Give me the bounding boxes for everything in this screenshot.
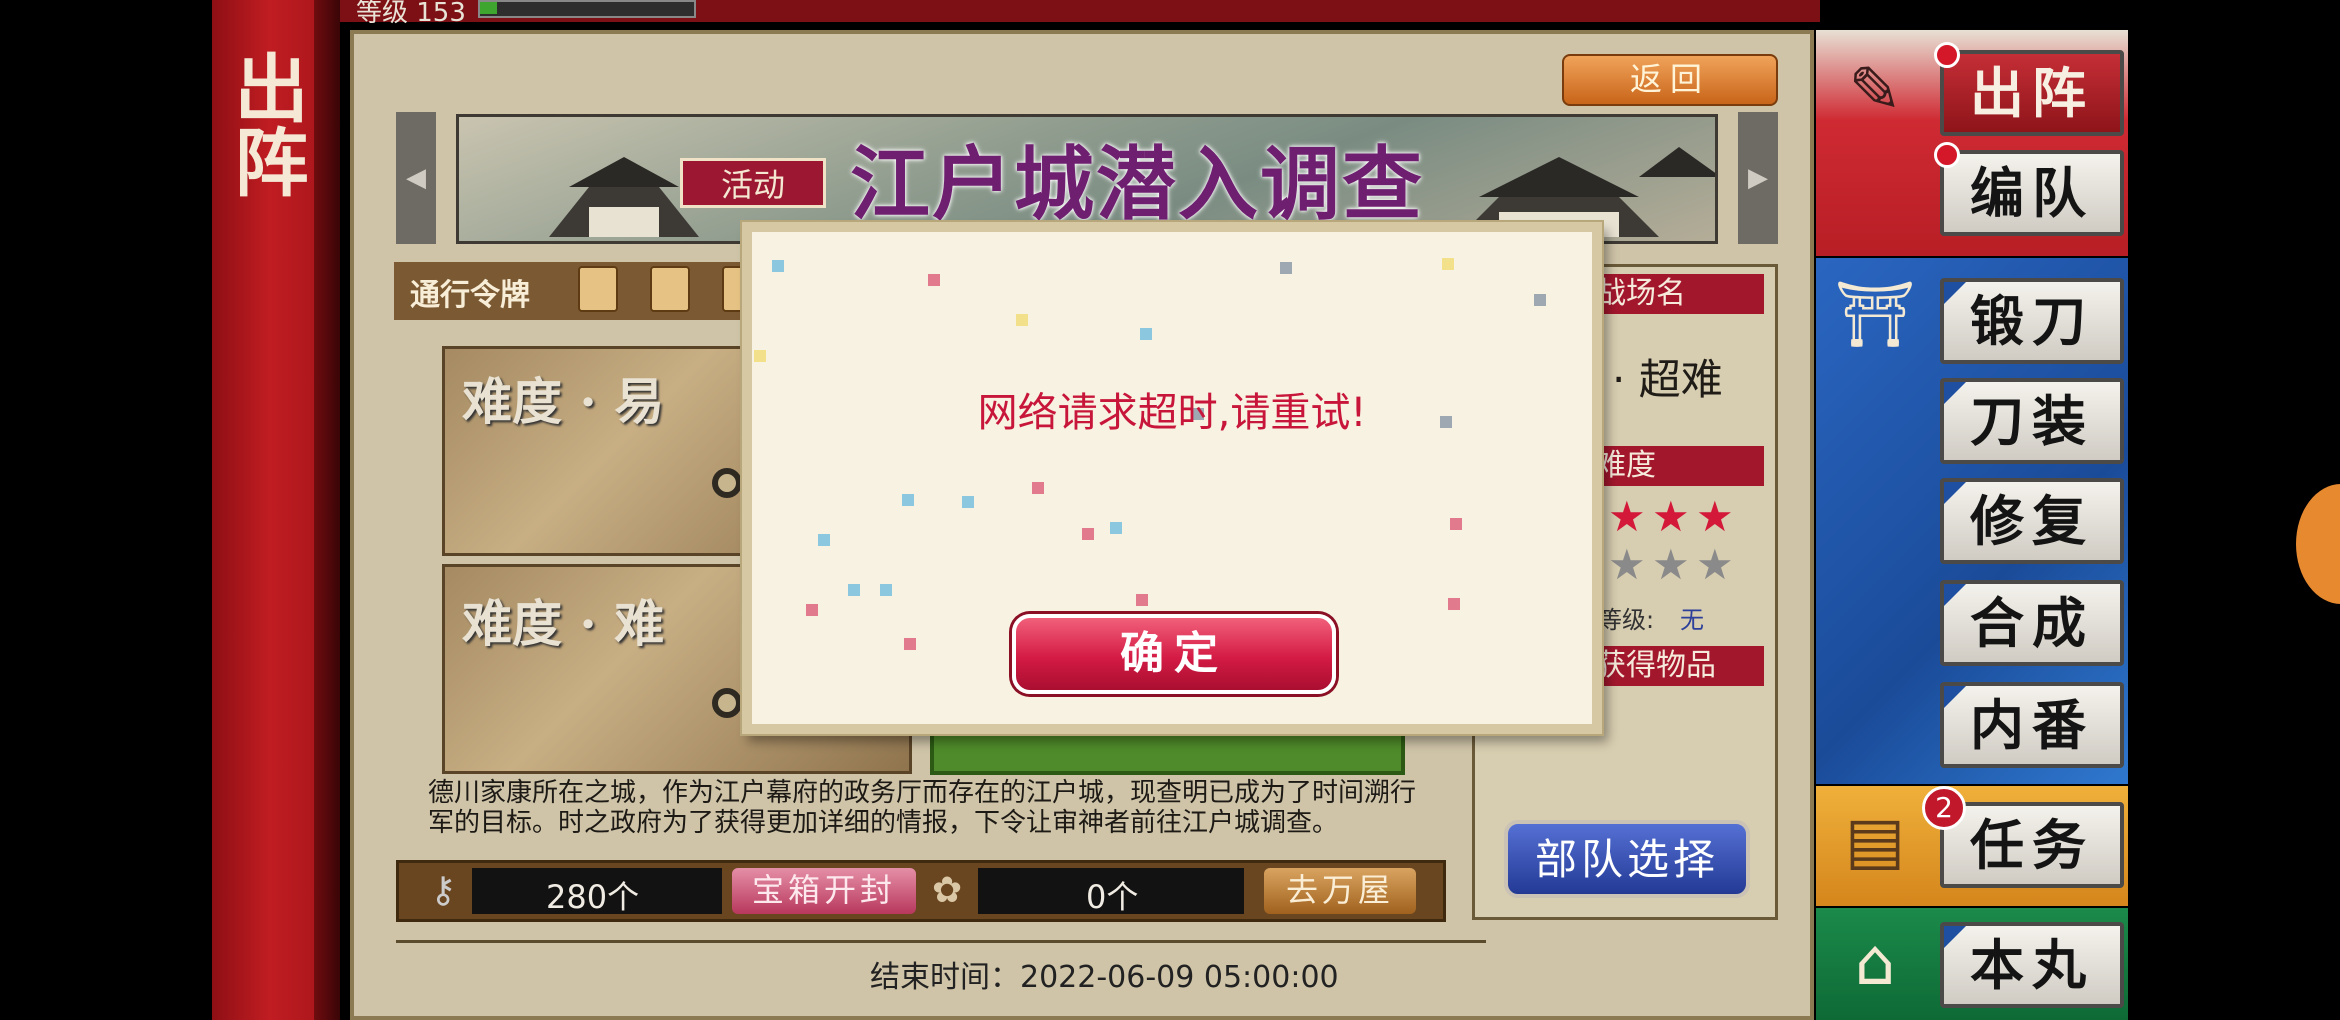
- confetti: [1140, 328, 1152, 340]
- confetti: [1450, 518, 1462, 530]
- confetti: [902, 494, 914, 506]
- confetti: [1016, 314, 1028, 326]
- confetti: [880, 584, 892, 596]
- confirm-button[interactable]: 确定: [1012, 614, 1336, 694]
- confetti: [1082, 528, 1094, 540]
- confetti: [806, 604, 818, 616]
- confetti: [754, 350, 766, 362]
- confetti: [1442, 258, 1454, 270]
- confetti: [962, 496, 974, 508]
- confetti: [1534, 294, 1546, 306]
- confetti: [1136, 594, 1148, 606]
- dialog-message: 网络请求超时,请重试!: [977, 390, 1367, 436]
- confetti: [928, 274, 940, 286]
- confetti: [818, 534, 830, 546]
- confetti: [848, 584, 860, 596]
- confetti: [1110, 522, 1122, 534]
- confetti: [904, 638, 916, 650]
- confetti: [1448, 598, 1460, 610]
- confetti: [1280, 262, 1292, 274]
- confetti: [1032, 482, 1044, 494]
- confetti: [772, 260, 784, 272]
